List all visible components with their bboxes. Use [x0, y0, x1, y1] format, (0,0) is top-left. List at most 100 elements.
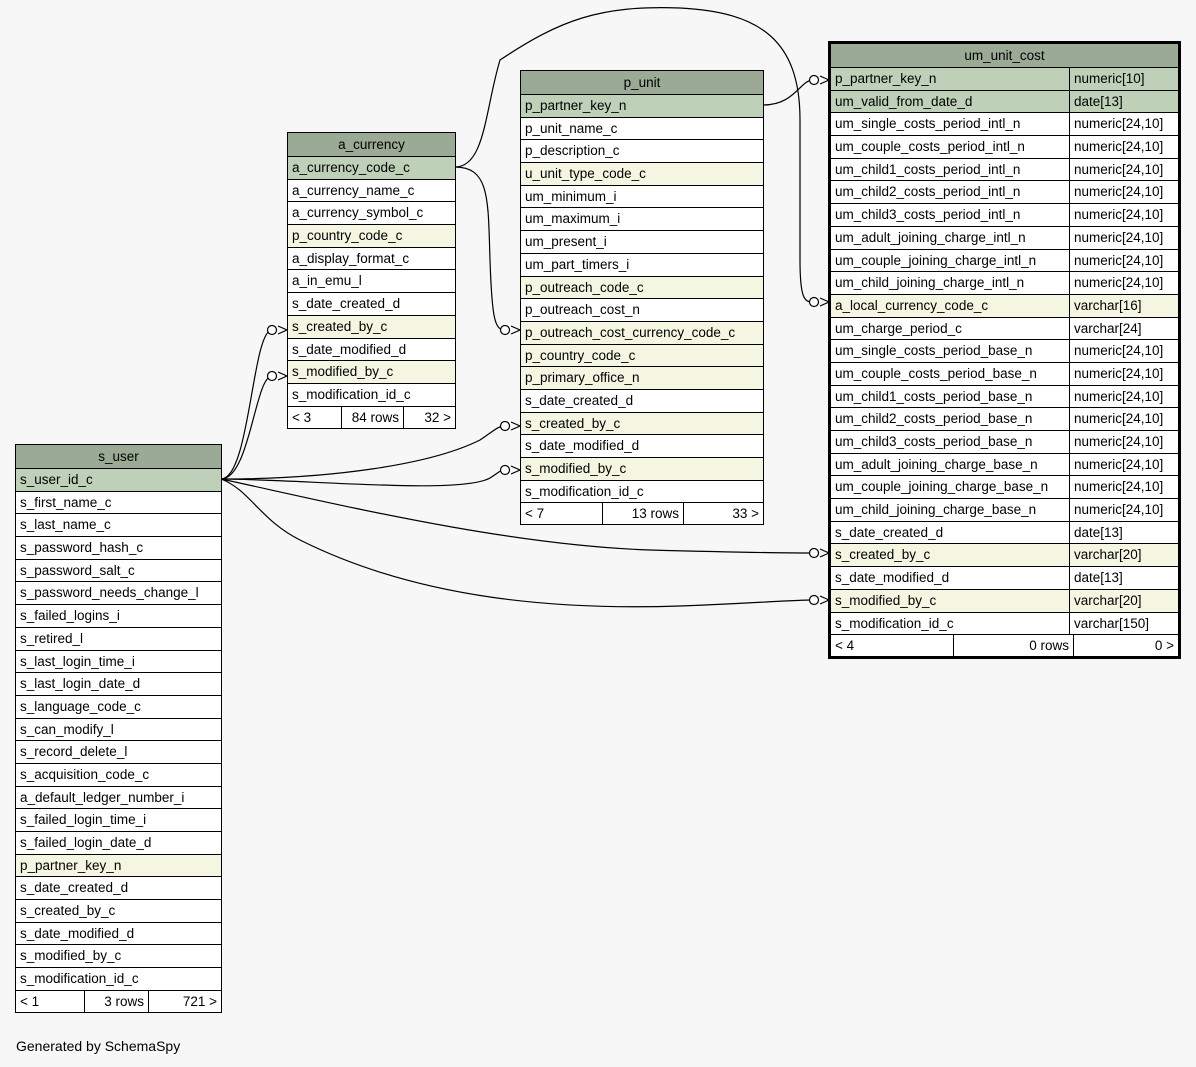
column-row[interactable]: p_outreach_cost_n — [521, 299, 763, 322]
column-row[interactable]: s_modified_by_c — [521, 458, 763, 481]
column-row[interactable]: p_unit_name_c — [521, 118, 763, 141]
column-row[interactable]: p_outreach_cost_currency_code_c — [521, 321, 763, 345]
column-row[interactable]: s_modified_by_c — [288, 361, 455, 384]
column-row[interactable]: p_description_c — [521, 140, 763, 164]
column-row[interactable]: s_failed_login_time_i — [16, 809, 221, 832]
column-row[interactable]: p_country_code_c — [521, 344, 763, 368]
column-row[interactable]: s_modified_by_c — [16, 945, 221, 969]
column-row[interactable]: s_failed_logins_i — [16, 605, 221, 628]
edge-end-circle — [266, 370, 278, 382]
edge-user-to-unit-created — [220, 425, 506, 480]
table-p-unit[interactable]: p_unit p_partner_key_n p_unit_name_c p_des… — [520, 70, 764, 526]
column-row[interactable]: a_currency_name_c — [288, 180, 455, 203]
column-row[interactable]: um_child3_costs_period_intl_n numeric[24,… — [831, 204, 1178, 227]
column-row[interactable]: um_child2_costs_period_base_n numeric[24,… — [831, 408, 1178, 431]
column-row[interactable]: s_created_by_c — [16, 900, 221, 923]
column-row[interactable]: p_partner_key_n — [16, 854, 221, 878]
column-row[interactable]: p_partner_key_n numeric[10] — [831, 68, 1178, 91]
column-row[interactable]: s_date_modified_d date[13] — [831, 567, 1178, 590]
column-row[interactable]: um_couple_costs_period_intl_n numeric[24,… — [831, 136, 1178, 159]
column-row[interactable]: um_maximum_i — [521, 208, 763, 232]
column-row[interactable]: um_child3_costs_period_base_n numeric[24,… — [831, 431, 1178, 454]
column-row[interactable]: s_first_name_c — [16, 492, 221, 515]
column-row[interactable]: um_part_timers_i — [521, 254, 763, 277]
column-row[interactable]: s_language_code_c — [16, 696, 221, 719]
column-row[interactable]: s_failed_login_date_d — [16, 832, 221, 855]
column-row[interactable]: um_single_costs_period_intl_n numeric[24,… — [831, 113, 1178, 137]
table-a-currency[interactable]: a_currency a_currency_code_c a_currency_n… — [287, 132, 456, 429]
column-row[interactable]: s_password_needs_change_l — [16, 582, 221, 606]
column-row[interactable]: s_date_created_d — [288, 293, 455, 316]
column-row[interactable]: u_unit_type_code_c — [521, 163, 763, 186]
column-row[interactable]: p_outreach_code_c — [521, 276, 763, 300]
column-row[interactable]: s_date_modified_d — [521, 435, 763, 458]
column-row[interactable]: a_local_currency_code_c varchar[16] — [831, 294, 1178, 318]
column-row[interactable]: um_child2_costs_period_intl_n numeric[24,… — [831, 181, 1178, 205]
column-row[interactable]: s_last_login_time_i — [16, 651, 221, 674]
column-row[interactable]: s_can_modify_l — [16, 719, 221, 742]
column-row[interactable]: s_modification_id_c varchar[150] — [831, 612, 1178, 635]
column-row[interactable]: um_adult_joining_charge_intl_n numeric[24… — [831, 226, 1178, 250]
column-type: numeric[24,10] — [1069, 181, 1178, 204]
column-row[interactable]: s_password_salt_c — [16, 560, 221, 583]
column-name: a_currency_symbol_c — [292, 205, 424, 221]
column-row[interactable]: s_modification_id_c — [521, 481, 763, 503]
column-row[interactable]: s_record_delete_l — [16, 741, 221, 764]
column-name: um_maximum_i — [525, 211, 621, 227]
edge-end-circle — [808, 296, 820, 308]
column-row[interactable]: um_single_costs_period_base_n numeric[24,… — [831, 340, 1178, 363]
column-name: s_date_modified_d — [835, 570, 950, 586]
column-row[interactable]: s_date_created_d date[13] — [831, 521, 1178, 545]
column-row[interactable]: s_date_modified_d — [288, 339, 455, 362]
column-row[interactable]: a_currency_code_c — [288, 157, 455, 180]
column-row[interactable]: um_adult_joining_charge_base_n numeric[24… — [831, 453, 1178, 477]
column-name: s_last_login_date_d — [20, 676, 141, 692]
column-row[interactable]: s_date_created_d — [521, 390, 763, 413]
column-row[interactable]: a_in_emu_l — [288, 270, 455, 294]
column-row[interactable]: p_primary_office_n — [521, 367, 763, 390]
column-row[interactable]: s_modification_id_c — [16, 968, 221, 990]
column-row[interactable]: p_partner_key_n — [521, 95, 763, 118]
column-row[interactable]: s_created_by_c — [288, 315, 455, 339]
column-row[interactable]: a_currency_symbol_c — [288, 202, 455, 226]
column-row[interactable]: s_date_created_d — [16, 877, 221, 901]
table-footer: < 3 84 rows 32 > — [288, 406, 455, 428]
column-row[interactable]: um_child_joining_charge_base_n numeric[24… — [831, 499, 1178, 522]
column-row[interactable]: s_user_id_c — [16, 469, 221, 492]
column-row[interactable]: s_acquisition_code_c — [16, 764, 221, 787]
column-row[interactable]: um_minimum_i — [521, 186, 763, 209]
column-name: s_date_created_d — [292, 296, 401, 312]
column-name: p_country_code_c — [292, 228, 403, 244]
column-row[interactable]: um_couple_costs_period_base_n numeric[24,… — [831, 362, 1178, 386]
column-row[interactable]: s_retired_l — [16, 628, 221, 651]
column-row[interactable]: s_last_login_date_d — [16, 673, 221, 696]
column-row[interactable]: s_password_hash_c — [16, 537, 221, 560]
table-s-user[interactable]: s_user s_user_id_c s_first_name_c s_last_n… — [15, 444, 222, 1013]
column-row[interactable]: s_last_name_c — [16, 514, 221, 538]
column-row[interactable]: s_created_by_c — [521, 412, 763, 436]
table-title: um_unit_cost — [831, 44, 1178, 68]
column-row[interactable]: um_charge_period_c varchar[24] — [831, 317, 1178, 341]
column-row[interactable]: um_present_i — [521, 231, 763, 254]
column-type: date[13] — [1069, 90, 1178, 113]
column-row[interactable]: a_default_ledger_number_i — [16, 787, 221, 810]
column-row[interactable]: um_child1_costs_period_base_n numeric[24,… — [831, 385, 1178, 409]
column-row[interactable]: s_date_modified_d — [16, 923, 221, 946]
column-type: numeric[24,10] — [1069, 158, 1178, 181]
column-row[interactable]: s_created_by_c varchar[20] — [831, 544, 1178, 568]
column-row[interactable]: s_modification_id_c — [288, 384, 455, 406]
column-name: s_modification_id_c — [20, 971, 139, 987]
column-row[interactable]: um_couple_joining_charge_intl_n numeric[2… — [831, 249, 1178, 273]
column-row[interactable]: um_child1_costs_period_intl_n numeric[24,… — [831, 158, 1178, 182]
generator-credit: Generated by SchemaSpy — [16, 1038, 181, 1054]
column-row[interactable]: um_child_joining_charge_intl_n numeric[24… — [831, 272, 1178, 295]
column-row[interactable]: p_country_code_c — [288, 225, 455, 248]
column-row[interactable]: um_couple_joining_charge_base_n numeric[2… — [831, 476, 1178, 500]
column-row[interactable]: a_display_format_c — [288, 248, 455, 271]
footer-row-count: 13 rows — [602, 503, 683, 525]
column-name: um_present_i — [525, 234, 607, 250]
table-um-unit-cost[interactable]: um_unit_cost p_partner_key_n numeric[10] u… — [828, 41, 1181, 660]
column-row[interactable]: um_valid_from_date_d date[13] — [831, 90, 1178, 114]
column-row[interactable]: s_modified_by_c varchar[20] — [831, 589, 1178, 613]
column-name: a_default_ledger_number_i — [20, 789, 185, 805]
